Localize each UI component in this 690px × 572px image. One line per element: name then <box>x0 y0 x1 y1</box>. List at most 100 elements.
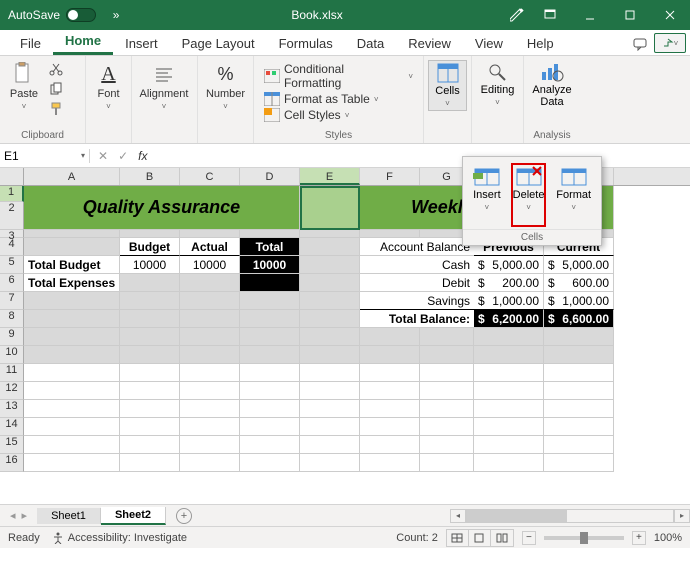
sheet-tab-2[interactable]: Sheet2 <box>101 507 166 525</box>
cell-cash-cur[interactable]: $5,000.00 <box>544 256 614 274</box>
cell-savings-cur[interactable]: $1,000.00 <box>544 292 614 310</box>
comments-icon[interactable] <box>626 33 654 55</box>
font-group-button[interactable]: AFont˅ <box>90 60 127 113</box>
tab-page-layout[interactable]: Page Layout <box>170 32 267 55</box>
cell-total-val[interactable]: 10000 <box>240 256 300 274</box>
ribbon-options-icon[interactable] <box>530 0 570 30</box>
autosave-toggle[interactable]: AutoSave <box>0 8 104 22</box>
number-group-button[interactable]: %Number˅ <box>202 60 249 113</box>
cell-total-prev[interactable]: $6,200.00 <box>474 310 544 328</box>
cell-actual-hdr[interactable]: Actual <box>180 238 240 256</box>
cell-a4[interactable] <box>24 238 120 256</box>
accessibility-status[interactable]: Accessibility: Investigate <box>52 532 187 544</box>
col-header-e[interactable]: E <box>300 168 360 185</box>
cell-total-hdr[interactable]: Total <box>240 238 300 256</box>
cell-budget-val[interactable]: 10000 <box>120 256 180 274</box>
row-header-1[interactable]: 1 <box>0 186 24 202</box>
cell-savings-label[interactable]: Savings <box>360 292 474 310</box>
cells-format-button[interactable]: Format˅ <box>554 163 593 227</box>
sheet-tab-1[interactable]: Sheet1 <box>37 508 101 524</box>
editing-group-button[interactable]: Editing˅ <box>476 60 519 109</box>
cell-cash-label[interactable]: Cash <box>360 256 474 274</box>
cell-debit-cur[interactable]: $600.00 <box>544 274 614 292</box>
cell-actual-val[interactable]: 10000 <box>180 256 240 274</box>
cell-styles-button[interactable]: Cell Styles˅ <box>264 108 413 122</box>
cell-e1[interactable] <box>300 186 360 230</box>
row-header-2[interactable]: 2 <box>0 202 24 230</box>
format-as-table-button[interactable]: Format as Table˅ <box>264 92 413 106</box>
row-header-8[interactable]: 8 <box>0 310 24 328</box>
cancel-formula-icon[interactable]: ✕ <box>98 149 108 163</box>
close-button[interactable] <box>650 0 690 30</box>
add-sheet-button[interactable]: + <box>176 508 192 524</box>
cell-debit-label[interactable]: Debit <box>360 274 474 292</box>
zoom-slider-thumb[interactable] <box>580 532 588 544</box>
row-header-10[interactable]: 10 <box>0 346 24 364</box>
pencil-icon[interactable] <box>506 3 530 27</box>
tab-review[interactable]: Review <box>396 32 463 55</box>
cells-delete-button[interactable]: Delete˅ <box>511 163 547 227</box>
maximize-button[interactable] <box>610 0 650 30</box>
tab-view[interactable]: View <box>463 32 515 55</box>
analyze-data-button[interactable]: Analyze Data <box>528 60 576 110</box>
zoom-out-button[interactable]: − <box>522 531 536 545</box>
cell-debit-prev[interactable]: $200.00 <box>474 274 544 292</box>
conditional-formatting-button[interactable]: Conditional Formatting˅ <box>264 62 413 90</box>
tab-insert[interactable]: Insert <box>113 32 170 55</box>
scroll-right-icon[interactable]: ▸ <box>674 509 690 523</box>
autosave-switch-icon[interactable] <box>66 8 96 22</box>
scroll-left-icon[interactable]: ◂ <box>450 509 466 523</box>
tab-home[interactable]: Home <box>53 29 113 55</box>
row-header-12[interactable]: 12 <box>0 382 24 400</box>
format-painter-icon[interactable] <box>46 100 66 118</box>
col-header-b[interactable]: B <box>120 168 180 185</box>
col-header-a[interactable]: A <box>24 168 120 185</box>
next-sheet-icon[interactable]: ▸ <box>22 509 28 522</box>
zoom-percent[interactable]: 100% <box>654 532 682 544</box>
minimize-button[interactable] <box>570 0 610 30</box>
row-header-11[interactable]: 11 <box>0 364 24 382</box>
cell-budget-hdr[interactable]: Budget <box>120 238 180 256</box>
tab-file[interactable]: File <box>8 32 53 55</box>
view-page-break-icon[interactable] <box>491 530 513 546</box>
tab-data[interactable]: Data <box>345 32 396 55</box>
cell-total-balance-label[interactable]: Total Balance: <box>360 310 474 328</box>
view-page-layout-icon[interactable] <box>469 530 491 546</box>
cell-savings-prev[interactable]: $1,000.00 <box>474 292 544 310</box>
cell-total-budget-label[interactable]: Total Budget <box>24 256 120 274</box>
row-header-13[interactable]: 13 <box>0 400 24 418</box>
alignment-group-button[interactable]: Alignment˅ <box>136 60 192 113</box>
col-header-d[interactable]: D <box>240 168 300 185</box>
row-header-15[interactable]: 15 <box>0 436 24 454</box>
cell-title-qa[interactable]: Quality Assurance <box>24 186 300 230</box>
zoom-slider[interactable] <box>544 536 624 540</box>
col-header-f[interactable]: F <box>360 168 420 185</box>
cell-d6[interactable] <box>240 274 300 292</box>
overflow-icon[interactable]: » <box>104 3 128 27</box>
scroll-thumb[interactable] <box>467 510 567 522</box>
row-header-14[interactable]: 14 <box>0 418 24 436</box>
enter-formula-icon[interactable]: ✓ <box>118 149 128 163</box>
row-header-3[interactable]: 3 <box>0 230 24 238</box>
view-normal-icon[interactable] <box>447 530 469 546</box>
select-all-corner[interactable] <box>0 168 24 185</box>
cut-icon[interactable] <box>46 60 66 78</box>
copy-icon[interactable] <box>46 80 66 98</box>
cells-group-button[interactable]: Cells˅ <box>428 60 467 111</box>
row-header-6[interactable]: 6 <box>0 274 24 292</box>
paste-button[interactable]: Paste˅ <box>4 60 44 113</box>
cells-insert-button[interactable]: Insert˅ <box>471 163 503 227</box>
name-box[interactable]: E1▾ <box>0 149 90 163</box>
cell-account-balance[interactable]: Account Balance <box>360 238 474 256</box>
cell-cash-prev[interactable]: $5,000.00 <box>474 256 544 274</box>
zoom-in-button[interactable]: + <box>632 531 646 545</box>
prev-sheet-icon[interactable]: ◂ <box>10 509 16 522</box>
tab-formulas[interactable]: Formulas <box>267 32 345 55</box>
row-header-16[interactable]: 16 <box>0 454 24 472</box>
row-header-4[interactable]: 4 <box>0 238 24 256</box>
row-header-5[interactable]: 5 <box>0 256 24 274</box>
row-header-7[interactable]: 7 <box>0 292 24 310</box>
row-header-9[interactable]: 9 <box>0 328 24 346</box>
fx-icon[interactable]: fx <box>138 149 147 163</box>
col-header-c[interactable]: C <box>180 168 240 185</box>
